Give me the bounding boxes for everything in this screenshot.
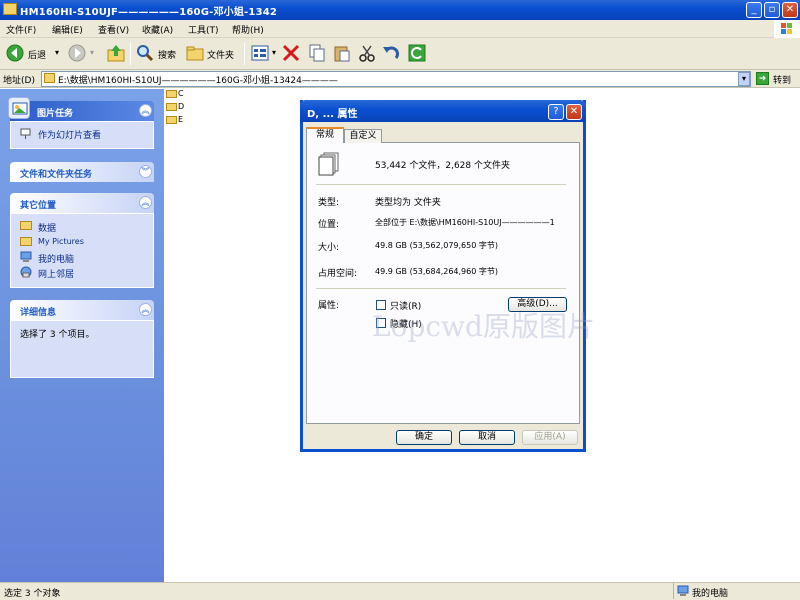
other-place-my-computer[interactable]: 我的电脑 bbox=[38, 252, 74, 265]
search-icon[interactable] bbox=[136, 44, 154, 65]
folders-icon[interactable] bbox=[186, 44, 204, 65]
status-selection-text: 选定 3 个对象 bbox=[4, 589, 61, 599]
view-as-slideshow-link[interactable]: 作为幻灯片查看 bbox=[38, 128, 101, 141]
file-item-e[interactable]: E bbox=[178, 115, 183, 124]
folder-icon[interactable] bbox=[166, 90, 177, 98]
menu-tools[interactable]: 工具(T) bbox=[188, 23, 219, 36]
dialog-close-button[interactable]: ✕ bbox=[566, 104, 582, 120]
back-icon[interactable] bbox=[6, 44, 24, 65]
toolbar-separator bbox=[244, 43, 245, 65]
undo-icon[interactable] bbox=[382, 44, 400, 65]
address-dropdown-button[interactable]: ▾ bbox=[738, 72, 750, 86]
other-places-title[interactable]: 其它位置 bbox=[20, 198, 56, 211]
file-tasks-title[interactable]: 文件和文件夹任务 bbox=[20, 167, 92, 180]
type-label: 类型: bbox=[318, 198, 340, 208]
apply-button[interactable]: 应用(A) bbox=[522, 430, 578, 445]
disk-size-label: 占用空间: bbox=[318, 269, 358, 279]
maximize-button[interactable]: ▫ bbox=[764, 2, 780, 18]
status-separator bbox=[673, 583, 674, 599]
location-label: 位置: bbox=[318, 220, 340, 230]
other-place-network[interactable]: 网上邻居 bbox=[38, 267, 74, 280]
picture-tasks-title[interactable]: 图片任务 bbox=[37, 106, 73, 119]
attributes-label: 属性: bbox=[318, 301, 340, 311]
status-location-text: 我的电脑 bbox=[692, 589, 729, 599]
go-button-label[interactable]: 转到 bbox=[773, 73, 791, 86]
tab-custom[interactable]: 自定义 bbox=[344, 129, 382, 143]
picture-tasks-icon bbox=[8, 97, 30, 119]
cut-icon[interactable] bbox=[358, 44, 376, 65]
folder-icon bbox=[44, 73, 55, 83]
my-computer-icon bbox=[677, 585, 689, 600]
details-title[interactable]: 详细信息 bbox=[20, 305, 56, 318]
disk-size-value: 49.9 GB (53,684,264,960 字节) bbox=[375, 267, 498, 276]
menu-file[interactable]: 文件(F) bbox=[6, 23, 36, 36]
file-item-c[interactable]: C bbox=[178, 89, 184, 98]
dialog-title: D, ... 属性 bbox=[307, 109, 358, 120]
folder-icon bbox=[3, 3, 17, 15]
forward-icon[interactable] bbox=[68, 44, 86, 65]
details-text: 选择了 3 个项目。 bbox=[20, 330, 95, 340]
copy-icon[interactable] bbox=[308, 44, 326, 65]
paste-icon[interactable] bbox=[333, 44, 351, 65]
separator bbox=[316, 184, 566, 185]
forward-dropdown-icon[interactable]: ▾ bbox=[90, 48, 94, 57]
refresh-icon[interactable] bbox=[408, 44, 426, 65]
watermark-text: Lopcwd原版图片 bbox=[372, 310, 595, 343]
folder-icon[interactable] bbox=[166, 116, 177, 124]
multiple-files-icon bbox=[318, 152, 340, 179]
go-arrow-icon[interactable]: ➜ bbox=[756, 72, 769, 85]
file-count-summary: 53,442 个文件，2,628 个文件夹 bbox=[375, 161, 510, 171]
type-value: 类型均为 文件夹 bbox=[375, 198, 441, 208]
address-value[interactable]: E:\数据\HM160HI-S10UJ——————160G-邓小姐-13424—… bbox=[58, 73, 338, 86]
up-folder-icon[interactable] bbox=[106, 43, 126, 66]
file-item-d[interactable]: D bbox=[178, 102, 184, 111]
ok-button[interactable]: 确定 bbox=[396, 430, 452, 445]
back-dropdown-icon[interactable]: ▾ bbox=[55, 48, 59, 57]
size-value: 49.8 GB (53,562,079,650 字节) bbox=[375, 241, 498, 250]
folder-icon bbox=[20, 221, 32, 230]
toolbar-separator bbox=[130, 43, 131, 65]
other-place-data[interactable]: 数据 bbox=[38, 221, 56, 234]
tab-general[interactable]: 常规 bbox=[306, 127, 344, 143]
slideshow-icon bbox=[20, 128, 31, 139]
back-button-label[interactable]: 后退 bbox=[28, 48, 46, 61]
my-pictures-folder-icon bbox=[20, 237, 32, 246]
address-label: 地址(D) bbox=[3, 76, 35, 86]
window-title: HM160HI-S10UJF——————160G-邓小姐-1342 bbox=[20, 7, 278, 18]
delete-icon[interactable] bbox=[282, 44, 300, 65]
folder-icon[interactable] bbox=[166, 103, 177, 111]
search-button-label[interactable]: 搜索 bbox=[158, 48, 176, 61]
menu-view[interactable]: 查看(V) bbox=[98, 23, 129, 36]
collapse-chevron-icon[interactable]: ︽ bbox=[139, 104, 152, 117]
network-places-icon bbox=[20, 266, 32, 281]
minimize-button[interactable]: _ bbox=[746, 2, 762, 18]
views-icon[interactable] bbox=[251, 44, 271, 65]
my-computer-icon bbox=[20, 251, 32, 266]
location-value: 全部位于 E:\数据\HM160HI-S10UJ——————1 bbox=[375, 218, 555, 227]
separator bbox=[316, 288, 566, 289]
views-dropdown-icon[interactable]: ▾ bbox=[272, 48, 276, 57]
windows-logo-icon bbox=[774, 20, 800, 38]
other-place-my-pictures[interactable]: My Pictures bbox=[38, 237, 84, 246]
menu-edit[interactable]: 编辑(E) bbox=[52, 23, 83, 36]
collapse-chevron-icon[interactable]: ︽ bbox=[139, 303, 152, 316]
collapse-chevron-icon[interactable]: ︽ bbox=[139, 196, 152, 209]
picture-tasks-header[interactable] bbox=[10, 101, 154, 121]
help-button[interactable]: ? bbox=[548, 104, 564, 120]
menu-favorites[interactable]: 收藏(A) bbox=[142, 23, 173, 36]
expand-chevron-icon[interactable]: ︾ bbox=[139, 165, 152, 178]
close-button[interactable]: ✕ bbox=[782, 2, 798, 18]
folders-button-label[interactable]: 文件夹 bbox=[207, 48, 234, 61]
cancel-button[interactable]: 取消 bbox=[459, 430, 515, 445]
menu-help[interactable]: 帮助(H) bbox=[232, 23, 264, 36]
size-label: 大小: bbox=[318, 243, 340, 253]
